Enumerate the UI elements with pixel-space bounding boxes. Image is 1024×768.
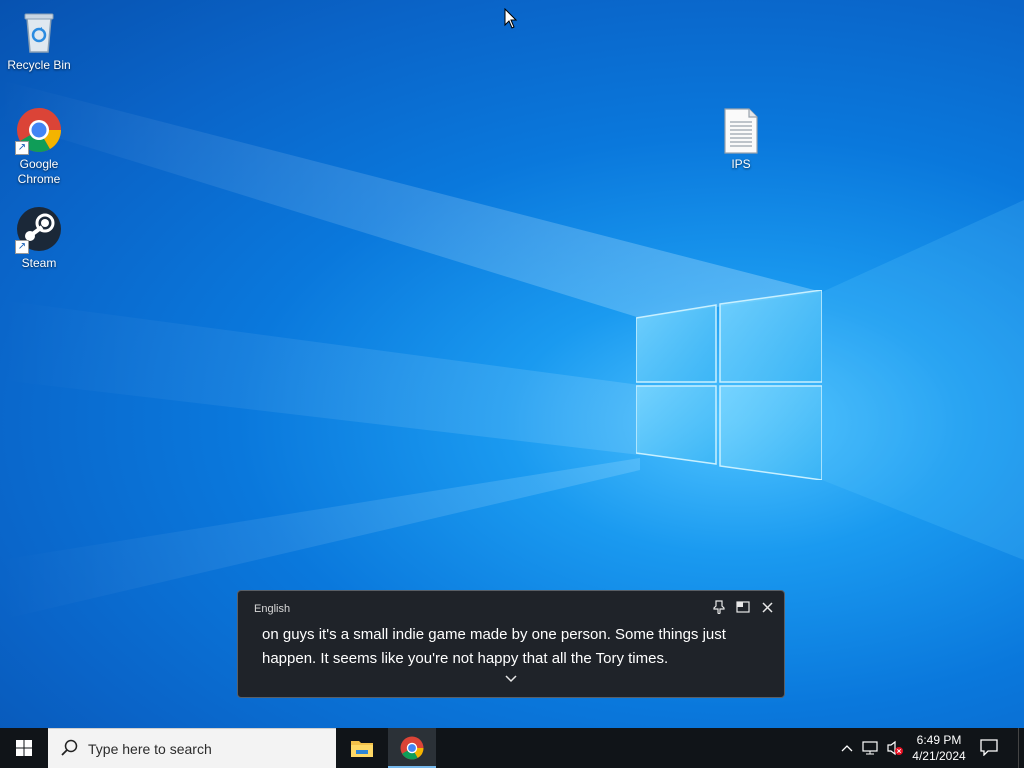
search-input[interactable] — [86, 737, 330, 761]
wallpaper-windows-logo — [636, 290, 822, 480]
desktop-icon-label: IPS — [731, 157, 751, 171]
taskbar-app-file-explorer[interactable] — [338, 728, 386, 768]
chevron-up-icon[interactable] — [838, 739, 856, 757]
taskbar: 6:49 PM 4/21/2024 — [0, 728, 1024, 768]
action-center-icon[interactable] — [980, 738, 1002, 758]
recycle-bin-icon — [24, 13, 54, 53]
desktop-icon-recycle-bin[interactable]: Recycle Bin — [1, 8, 77, 73]
shortcut-arrow-icon: ↗ — [15, 141, 29, 155]
close-icon[interactable] — [760, 600, 774, 614]
captions-language[interactable]: English — [254, 603, 290, 615]
taskbar-search-box[interactable] — [48, 728, 336, 768]
clock-date: 4/21/2024 — [912, 749, 966, 763]
chevron-down-icon[interactable] — [505, 675, 517, 683]
desktop-icon-google-chrome[interactable]: ↗ Google Chrome — [1, 107, 77, 187]
chrome-icon — [400, 736, 424, 760]
search-icon — [61, 739, 78, 756]
shortcut-arrow-icon: ↗ — [15, 240, 29, 254]
volume-muted-icon[interactable] — [886, 739, 904, 757]
network-icon[interactable] — [862, 739, 880, 757]
window-position-icon[interactable] — [736, 600, 750, 614]
desktop-icon-label: Steam — [21, 256, 57, 270]
desktop-icon-label: Google Chrome — [17, 157, 61, 186]
desktop-icon-steam[interactable]: ↗ Steam — [1, 206, 77, 271]
file-explorer-icon — [351, 741, 373, 757]
live-captions-window: English on guys it's a small indie game … — [237, 590, 785, 698]
windows-start-icon — [16, 740, 32, 756]
mouse-cursor-icon — [504, 8, 518, 29]
text-document-icon — [724, 108, 758, 154]
taskbar-clock[interactable]: 6:49 PM 4/21/2024 — [906, 732, 972, 764]
desktop-icon-label: Recycle Bin — [7, 58, 71, 72]
pin-icon[interactable] — [712, 600, 726, 614]
start-button[interactable] — [0, 728, 48, 768]
show-desktop-button[interactable] — [1018, 728, 1024, 768]
taskbar-app-google-chrome[interactable] — [388, 728, 436, 768]
desktop-icon-ips[interactable]: IPS — [703, 107, 779, 172]
clock-time: 6:49 PM — [916, 733, 962, 747]
captions-text: on guys it's a small indie game made by … — [262, 626, 726, 667]
